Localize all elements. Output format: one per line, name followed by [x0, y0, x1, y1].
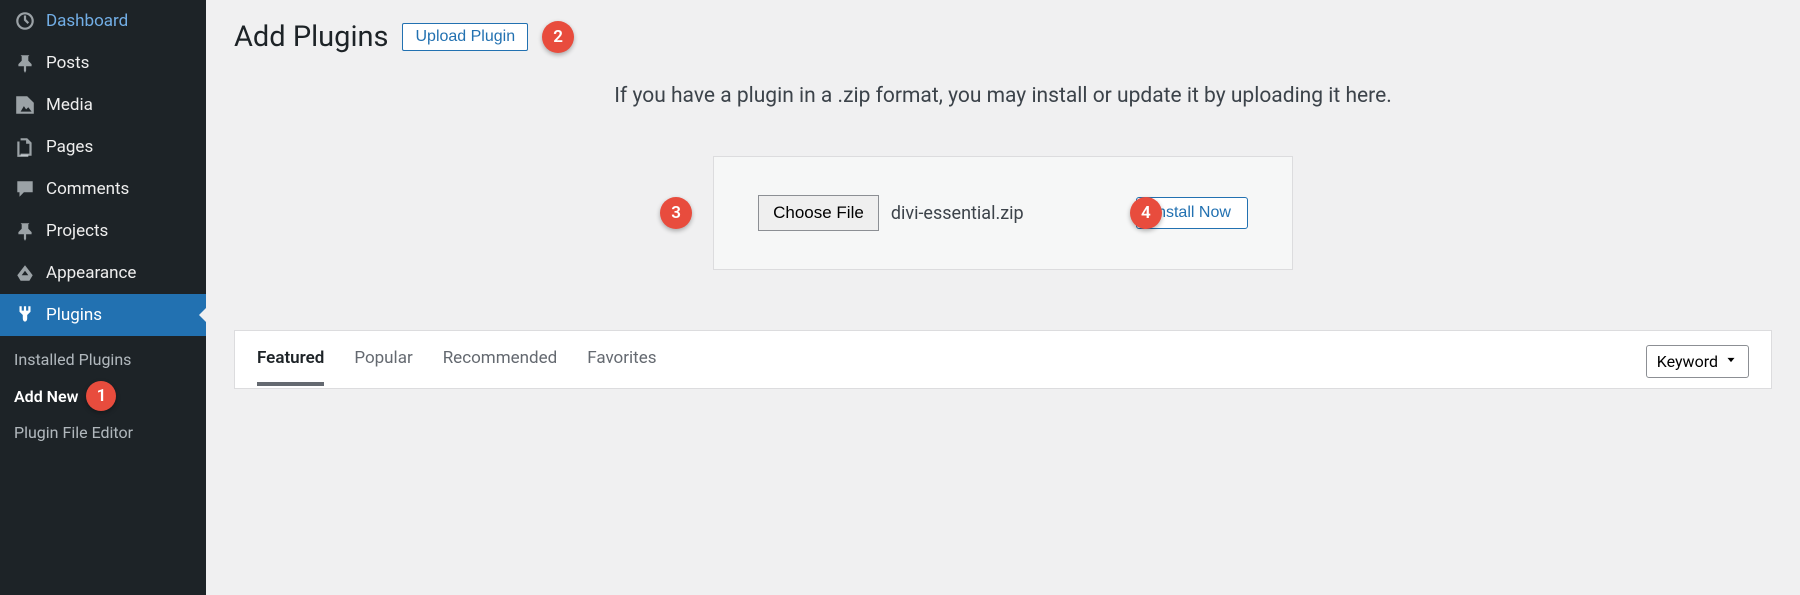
sidebar-item-appearance[interactable]: Appearance	[0, 252, 206, 294]
sidebar-item-plugins[interactable]: Plugins	[0, 294, 206, 336]
filter-tab-favorites[interactable]: Favorites	[587, 348, 656, 386]
upload-instruction: If you have a plugin in a .zip format, y…	[234, 84, 1772, 108]
sidebar-item-dashboard[interactable]: Dashboard	[0, 0, 206, 42]
upload-section: If you have a plugin in a .zip format, y…	[234, 84, 1772, 270]
pushpin-icon	[14, 52, 36, 74]
selected-file-name: divi-essential.zip	[891, 203, 1024, 224]
submenu-add-new[interactable]: Add New 1	[0, 375, 206, 417]
search-type-select[interactable]: Keyword	[1646, 345, 1749, 378]
upload-plugin-button[interactable]: Upload Plugin	[402, 23, 528, 51]
plugins-icon	[14, 304, 36, 326]
sidebar-item-media[interactable]: Media	[0, 84, 206, 126]
filter-tab-featured[interactable]: Featured	[257, 348, 324, 386]
submenu-installed-plugins[interactable]: Installed Plugins	[0, 344, 206, 375]
sidebar-item-projects[interactable]: Projects	[0, 210, 206, 252]
step-badge-1: 1	[86, 381, 116, 411]
sidebar-item-label: Comments	[46, 179, 129, 199]
plugin-filter-bar: Featured Popular Recommended Favorites K…	[234, 330, 1772, 389]
comments-icon	[14, 178, 36, 200]
admin-sidebar: Dashboard Posts Media Pages Comments Pro…	[0, 0, 206, 595]
dashboard-icon	[14, 10, 36, 32]
plugins-submenu: Installed Plugins Add New 1 Plugin File …	[0, 336, 206, 460]
submenu-item-label: Installed Plugins	[14, 350, 131, 369]
sidebar-item-label: Pages	[46, 137, 93, 157]
page-header: Add Plugins Upload Plugin 2	[234, 20, 1772, 54]
sidebar-item-label: Dashboard	[46, 11, 128, 31]
filter-tab-popular[interactable]: Popular	[354, 348, 412, 386]
submenu-item-label: Add New	[14, 387, 78, 406]
sidebar-item-label: Plugins	[46, 305, 102, 325]
choose-file-button[interactable]: Choose File	[758, 195, 879, 231]
media-icon	[14, 94, 36, 116]
sidebar-item-label: Projects	[46, 221, 108, 241]
pushpin-icon	[14, 220, 36, 242]
submenu-item-label: Plugin File Editor	[14, 423, 133, 442]
appearance-icon	[14, 262, 36, 284]
upload-form: 3 Choose File divi-essential.zip 4 Insta…	[713, 156, 1293, 270]
sidebar-item-comments[interactable]: Comments	[0, 168, 206, 210]
sidebar-item-label: Media	[46, 95, 93, 115]
filter-tabs: Featured Popular Recommended Favorites	[257, 348, 657, 386]
filter-tab-recommended[interactable]: Recommended	[443, 348, 558, 386]
select-label: Keyword	[1657, 352, 1718, 371]
step-badge-4: 4	[1130, 197, 1162, 229]
sidebar-item-label: Appearance	[46, 263, 136, 283]
sidebar-item-pages[interactable]: Pages	[0, 126, 206, 168]
sidebar-item-posts[interactable]: Posts	[0, 42, 206, 84]
main-content: Add Plugins Upload Plugin 2 If you have …	[206, 0, 1800, 595]
sidebar-item-label: Posts	[46, 53, 89, 73]
pages-icon	[14, 136, 36, 158]
chevron-down-icon	[1724, 352, 1738, 371]
submenu-plugin-file-editor[interactable]: Plugin File Editor	[0, 417, 206, 448]
step-badge-2: 2	[542, 21, 574, 53]
page-title: Add Plugins	[234, 20, 388, 54]
step-badge-3: 3	[660, 197, 692, 229]
